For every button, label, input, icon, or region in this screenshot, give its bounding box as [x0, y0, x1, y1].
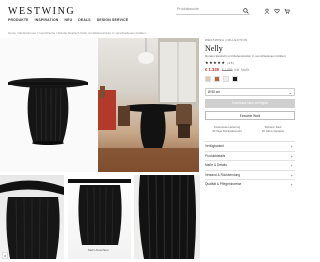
nav-item-neu[interactable]: NEU — [64, 18, 72, 22]
site-header: WESTWING Produktsuche PRODUKTE INSPIRATI… — [0, 0, 300, 26]
chevron-down-icon: ⌄ — [288, 90, 292, 95]
header-icons — [264, 8, 290, 14]
wishlist-button[interactable]: Einsame Wahl — [205, 111, 295, 120]
swatch-black[interactable] — [232, 76, 238, 82]
main-nav: PRODUKTE INSPIRATION NEU DEALS DESIGN SE… — [8, 18, 128, 22]
swatch-beige[interactable] — [205, 76, 211, 82]
accordion-item[interactable]: Produktdetails + — [205, 150, 295, 161]
search-placeholder: Produktsuche — [177, 7, 199, 11]
accordion-item[interactable]: Verfügbarkeit + — [205, 141, 295, 151]
table-top-detail — [0, 180, 64, 259]
swatch-terracotta[interactable] — [214, 76, 220, 82]
color-swatches — [205, 76, 295, 82]
nav-item-produkte[interactable]: PRODUKTE — [8, 18, 29, 22]
gallery-image-1[interactable] — [0, 175, 64, 259]
price-vat: inkl. MwSt. — [234, 68, 250, 72]
accordion-item-label: Versand & Rücksendung — [205, 172, 241, 177]
table-base-closeup — [138, 175, 196, 259]
accordion-item-label: Produktdetails — [205, 153, 226, 158]
brand-logo[interactable]: WESTWING — [8, 6, 75, 17]
gallery-image-2[interactable] — [68, 175, 131, 259]
accordion-item[interactable]: Qualität & Pflegehinweise + — [205, 179, 295, 189]
usp-item: 30 Tage Rückgaberecht — [212, 129, 242, 133]
price-old: € 1.599 — [221, 68, 233, 72]
review-count: (48) — [227, 61, 235, 65]
usp-item: 30 Jahre Garantie — [261, 129, 285, 133]
heart-icon[interactable] — [274, 8, 280, 14]
table-illustration — [8, 78, 88, 145]
size-select[interactable]: Ø 90 cm ⌄ — [205, 88, 295, 96]
search-icon[interactable] — [243, 8, 249, 14]
table-side-view — [68, 179, 131, 245]
usp-right: Sicherer Kauf 30 Jahre Garantie — [251, 125, 295, 133]
search-input[interactable]: Produktsuche — [176, 7, 250, 15]
gallery-counter: 3 — [2, 252, 8, 259]
accordion-item[interactable]: Maße & Details + — [205, 160, 295, 170]
brand-label[interactable]: WESTWING COLLECTION — [205, 38, 295, 42]
product-image-main[interactable] — [0, 38, 97, 172]
nav-item-design-service[interactable]: DESIGN SERVICE — [97, 18, 129, 22]
price: € 1.349 — [205, 67, 219, 72]
user-icon[interactable] — [264, 8, 270, 14]
plus-icon: + — [290, 182, 293, 187]
product-image-room[interactable] — [98, 38, 199, 172]
rating[interactable]: ★★★★★ (48) — [205, 60, 295, 65]
product-subtitle: Runder Esstisch mit Riefenstruktur in ve… — [205, 54, 286, 58]
room-scene — [98, 38, 199, 172]
usp-left: Kostenlose Lieferung 30 Tage Rückgaberec… — [205, 125, 249, 133]
cart-icon[interactable] — [284, 8, 290, 14]
swatch-white[interactable] — [223, 76, 229, 82]
accordion-item-label: Qualität & Pflegehinweise — [205, 182, 242, 186]
breadcrumb[interactable]: Home / Wohnzimmer / Couchtische / Runder… — [8, 31, 146, 35]
size-select-value: Ø 90 cm — [208, 90, 221, 94]
price-row: € 1.349 € 1.599 inkl. MwSt. — [205, 67, 295, 72]
product-title: Nelly — [205, 44, 223, 53]
accordion-item-label: Verfügbarkeit — [205, 144, 224, 148]
usp-row: Kostenlose Lieferung 30 Tage Rückgaberec… — [205, 125, 295, 133]
nav-item-deals[interactable]: DEALS — [78, 18, 91, 22]
accordion-item-label: Maße & Details — [205, 163, 227, 167]
nav-item-inspiration[interactable]: INSPIRATION — [35, 18, 59, 22]
rating-stars: ★★★★★ — [205, 60, 226, 65]
gallery-image-3[interactable] — [134, 175, 200, 259]
gallery-caption[interactable]: Mehr Ansichten — [88, 248, 109, 252]
add-to-cart-button[interactable]: Sofortkauf nicht verfügbar — [205, 99, 295, 108]
accordion-item[interactable]: Versand & Rücksendung + — [205, 169, 295, 180]
accordion: Verfügbarkeit + Produktdetails + Maße & De… — [205, 141, 295, 189]
product-info-panel: WESTWING COLLECTION Nelly Runder Esstisc… — [205, 38, 295, 189]
